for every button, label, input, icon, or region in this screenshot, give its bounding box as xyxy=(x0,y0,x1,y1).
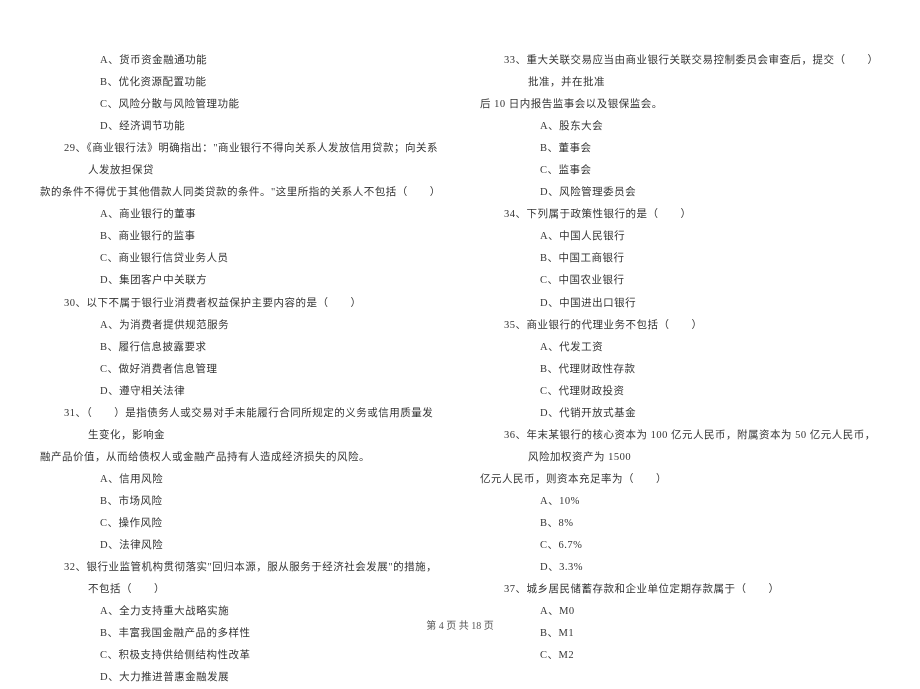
q34-option-a: A、中国人民银行 xyxy=(480,226,880,248)
q35-option-a: A、代发工资 xyxy=(480,337,880,359)
q36-option-a: A、10% xyxy=(480,491,880,513)
q28-option-a: A、货币资金融通功能 xyxy=(40,50,440,72)
q36-option-c: C、6.7% xyxy=(480,535,880,557)
q32-stem: 32、银行业监管机构贯彻落实"回归本源，服从服务于经济社会发展"的措施，不包括（… xyxy=(64,557,440,601)
q37-stem: 37、城乡居民储蓄存款和企业单位定期存款属于（ ） xyxy=(504,579,880,601)
q31-option-a: A、信用风险 xyxy=(40,469,440,491)
q33-option-a: A、股东大会 xyxy=(480,116,880,138)
q36-option-d: D、3.3% xyxy=(480,557,880,579)
q31-option-d: D、法律风险 xyxy=(40,535,440,557)
q29-option-a: A、商业银行的董事 xyxy=(40,204,440,226)
q29-stem-cont: 款的条件不得优于其他借款人同类贷款的条件。"这里所指的关系人不包括（ ） xyxy=(40,182,440,204)
q33-stem-cont: 后 10 日内报告监事会以及银保监会。 xyxy=(480,94,880,116)
q34-option-d: D、中国进出口银行 xyxy=(480,293,880,315)
q34-option-b: B、中国工商银行 xyxy=(480,248,880,270)
q35-stem: 35、商业银行的代理业务不包括（ ） xyxy=(504,315,880,337)
q30-option-d: D、遵守相关法律 xyxy=(40,381,440,403)
q33-option-d: D、风险管理委员会 xyxy=(480,182,880,204)
q35-option-b: B、代理财政性存款 xyxy=(480,359,880,381)
q32-option-d: D、大力推进普惠金融发展 xyxy=(40,667,440,689)
q32-option-c: C、积极支持供给侧结构性改革 xyxy=(40,645,440,667)
q37-option-c: C、M2 xyxy=(480,645,880,667)
q36-stem: 36、年末某银行的核心资本为 100 亿元人民币，附属资本为 50 亿元人民币，… xyxy=(504,425,880,469)
q33-option-c: C、监事会 xyxy=(480,160,880,182)
page-footer: 第 4 页 共 18 页 xyxy=(0,617,920,632)
q28-option-c: C、风险分散与风险管理功能 xyxy=(40,94,440,116)
q29-option-b: B、商业银行的监事 xyxy=(40,226,440,248)
q36-option-b: B、8% xyxy=(480,513,880,535)
q31-stem: 31、（ ）是指债务人或交易对手未能履行合同所规定的义务或信用质量发生变化，影响… xyxy=(64,403,440,447)
q33-stem: 33、重大关联交易应当由商业银行关联交易控制委员会审查后，提交（ ）批准，并在批… xyxy=(504,50,880,94)
q28-option-b: B、优化资源配置功能 xyxy=(40,72,440,94)
q35-option-d: D、代销开放式基金 xyxy=(480,403,880,425)
q34-stem: 34、下列属于政策性银行的是（ ） xyxy=(504,204,880,226)
q30-option-c: C、做好消费者信息管理 xyxy=(40,359,440,381)
q34-option-c: C、中国农业银行 xyxy=(480,270,880,292)
q30-option-b: B、履行信息披露要求 xyxy=(40,337,440,359)
page-content: A、货币资金融通功能 B、优化资源配置功能 C、风险分散与风险管理功能 D、经济… xyxy=(40,50,880,689)
q30-option-a: A、为消费者提供规范服务 xyxy=(40,315,440,337)
q33-option-b: B、董事会 xyxy=(480,138,880,160)
q28-option-d: D、经济调节功能 xyxy=(40,116,440,138)
q31-option-c: C、操作风险 xyxy=(40,513,440,535)
q29-option-c: C、商业银行信贷业务人员 xyxy=(40,248,440,270)
q29-option-d: D、集团客户中关联方 xyxy=(40,270,440,292)
right-column: 33、重大关联交易应当由商业银行关联交易控制委员会审查后，提交（ ）批准，并在批… xyxy=(480,50,880,689)
q31-option-b: B、市场风险 xyxy=(40,491,440,513)
q30-stem: 30、以下不属于银行业消费者权益保护主要内容的是（ ） xyxy=(64,293,440,315)
q29-stem: 29、《商业银行法》明确指出："商业银行不得向关系人发放信用贷款；向关系人发放担… xyxy=(64,138,440,182)
left-column: A、货币资金融通功能 B、优化资源配置功能 C、风险分散与风险管理功能 D、经济… xyxy=(40,50,440,689)
q36-stem-cont: 亿元人民币，则资本充足率为（ ） xyxy=(480,469,880,491)
q31-stem-cont: 融产品价值，从而给债权人或金融产品持有人造成经济损失的风险。 xyxy=(40,447,440,469)
q35-option-c: C、代理财政投资 xyxy=(480,381,880,403)
